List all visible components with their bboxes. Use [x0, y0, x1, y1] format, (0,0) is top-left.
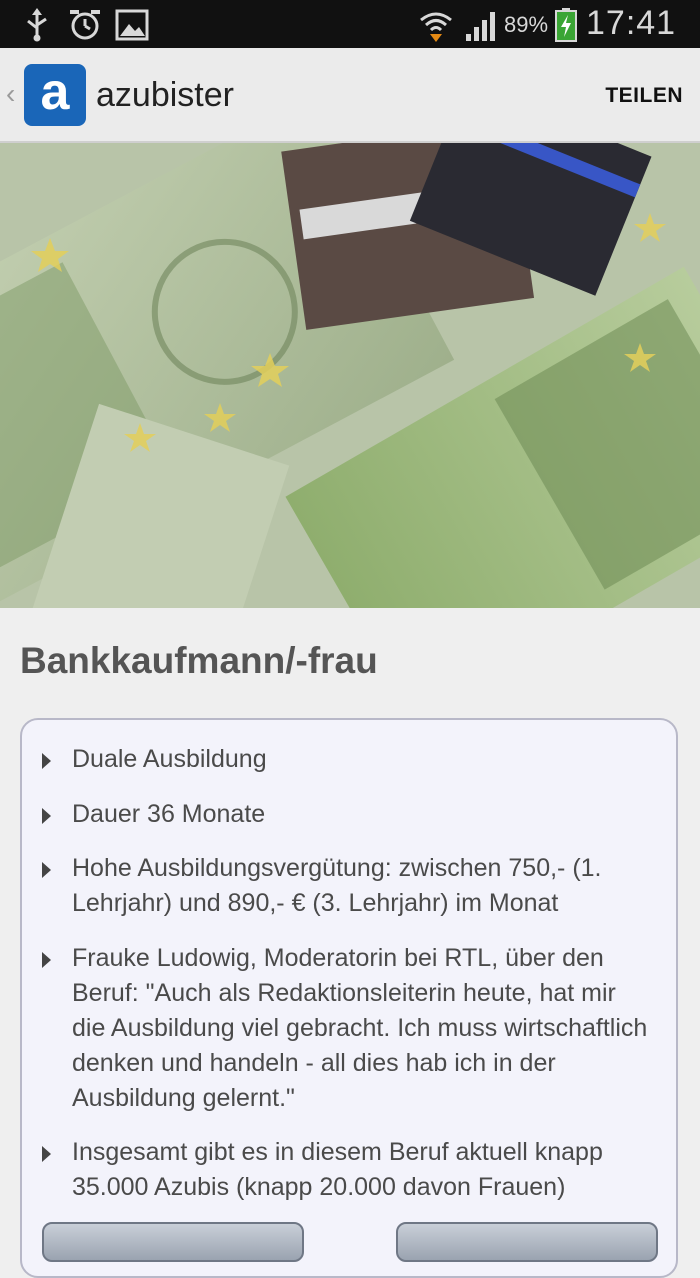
share-button[interactable]: TEILEN — [605, 84, 683, 108]
action-bar: ‹ a azubister TEILEN — [0, 48, 700, 143]
bullet-triangle-icon — [42, 1146, 51, 1162]
list-item: Insgesamt gibt es in diesem Beruf aktuel… — [42, 1135, 652, 1205]
usb-icon — [27, 8, 47, 42]
hero-image — [0, 143, 700, 608]
list-item-text: Hohe Ausbildungsvergütung: zwischen 750,… — [72, 854, 602, 917]
bullet-triangle-icon — [42, 952, 51, 968]
app-logo-letter: a — [40, 63, 70, 121]
list-item: Dauer 36 Monate — [42, 797, 652, 832]
app-logo[interactable]: a — [24, 64, 86, 126]
alarm-icon — [70, 10, 100, 40]
list-item-text: Dauer 36 Monate — [72, 800, 266, 828]
bullet-triangle-icon — [42, 862, 51, 878]
info-card: Duale Ausbildung Dauer 36 Monate Hohe Au… — [20, 718, 678, 1278]
list-item: Duale Ausbildung — [42, 742, 652, 777]
app-title: azubister — [96, 76, 234, 114]
signal-icon — [466, 12, 495, 41]
bullet-triangle-icon — [42, 753, 51, 769]
battery-charging-icon — [555, 8, 577, 42]
job-title: Bankkaufmann/-frau — [20, 640, 378, 681]
wifi-icon — [420, 12, 452, 42]
clock: 17:41 — [586, 4, 677, 42]
image-notification-icon — [115, 9, 149, 41]
battery-percent: 89% — [504, 12, 549, 37]
list-item: Frauke Ludowig, Moderatorin bei RTL, übe… — [42, 941, 652, 1116]
list-item-text: Duale Ausbildung — [72, 745, 267, 773]
action-button-left[interactable] — [42, 1222, 304, 1262]
action-button-right[interactable] — [396, 1222, 658, 1262]
list-item-text: Frauke Ludowig, Moderatorin bei RTL, übe… — [72, 944, 648, 1112]
status-bar: 89% 17:41 — [0, 0, 700, 48]
list-item: Hohe Ausbildungsvergütung: zwischen 750,… — [42, 851, 652, 921]
banknotes-illustration — [0, 143, 700, 608]
list-item-text: Insgesamt gibt es in diesem Beruf aktuel… — [72, 1138, 603, 1201]
bullet-triangle-icon — [42, 808, 51, 824]
up-navigation-icon[interactable]: ‹ — [6, 78, 15, 110]
